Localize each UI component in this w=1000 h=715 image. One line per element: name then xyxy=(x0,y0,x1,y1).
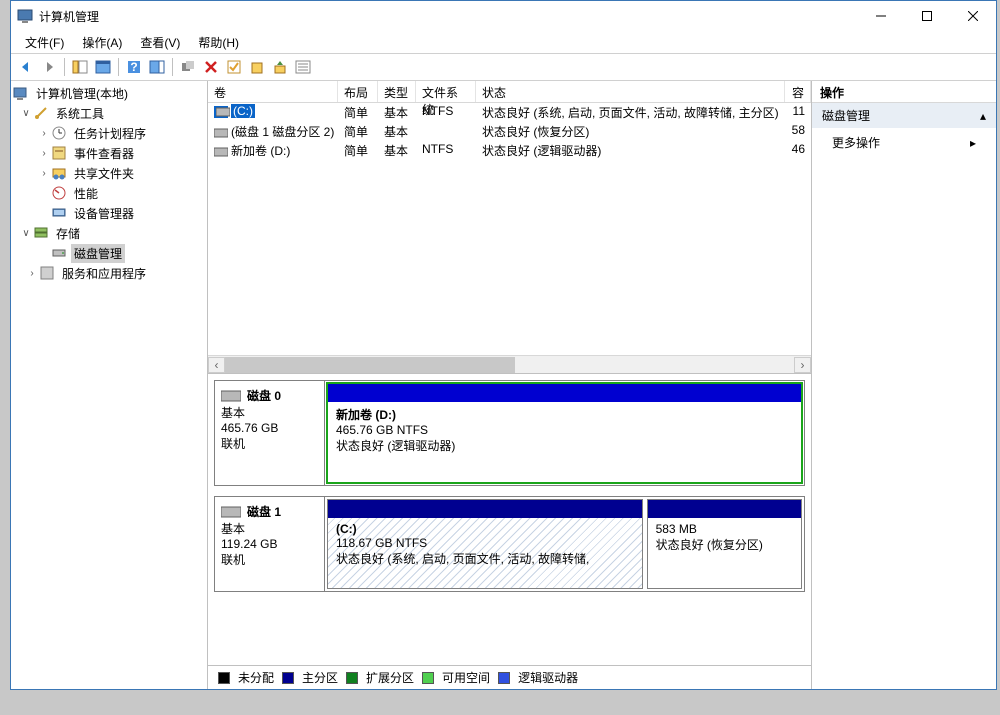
volume-row[interactable]: 新加卷 (D:)简单基本NTFS状态良好 (逻辑驱动器)46 xyxy=(208,141,811,160)
submenu-arrow-icon: ▸ xyxy=(970,136,976,150)
col-capacity[interactable]: 容 xyxy=(785,81,811,102)
up-button[interactable] xyxy=(269,56,291,78)
tree-pane[interactable]: 计算机管理(本地) ∨ 系统工具 › 任务计划程序 › 事件查看器 › 共享文件… xyxy=(11,81,208,689)
check-button[interactable] xyxy=(223,56,245,78)
legend-free-swatch xyxy=(422,672,434,684)
expand-icon[interactable]: › xyxy=(25,268,39,279)
col-filesystem[interactable]: 文件系统 xyxy=(416,81,476,102)
menu-action[interactable]: 操作(A) xyxy=(74,32,130,53)
col-layout[interactable]: 布局 xyxy=(338,81,378,102)
horizontal-scrollbar[interactable]: ‹ › xyxy=(208,355,811,373)
back-button[interactable] xyxy=(15,56,37,78)
volume-icon xyxy=(214,146,228,158)
main-area: 计算机管理(本地) ∨ 系统工具 › 任务计划程序 › 事件查看器 › 共享文件… xyxy=(11,81,996,689)
disk-icon xyxy=(51,245,67,261)
menu-file[interactable]: 文件(F) xyxy=(17,32,72,53)
tree-disk-management[interactable]: 磁盘管理 xyxy=(11,243,207,263)
toolbar: ? xyxy=(11,53,996,81)
legend-logical-swatch xyxy=(498,672,510,684)
close-button[interactable] xyxy=(950,1,996,31)
menu-help[interactable]: 帮助(H) xyxy=(190,32,247,53)
menubar: 文件(F) 操作(A) 查看(V) 帮助(H) xyxy=(11,31,996,53)
disk-info: 磁盘 0基本465.76 GB联机 xyxy=(215,381,325,485)
tree-event-viewer[interactable]: › 事件查看器 xyxy=(11,143,207,163)
tree-storage[interactable]: ∨ 存储 xyxy=(11,223,207,243)
minimize-button[interactable] xyxy=(858,1,904,31)
actions-header: 操作 xyxy=(812,81,996,103)
forward-button[interactable] xyxy=(38,56,60,78)
expand-icon[interactable]: › xyxy=(37,168,51,179)
disk-icon xyxy=(221,389,241,403)
clock-icon xyxy=(51,125,67,141)
scroll-left-icon[interactable]: ‹ xyxy=(208,357,225,373)
tree-shared-folders[interactable]: › 共享文件夹 xyxy=(11,163,207,183)
center-pane: 卷 布局 类型 文件系统 状态 容 (C:)简单基本NTFS状态良好 (系统, … xyxy=(208,81,812,689)
menu-view[interactable]: 查看(V) xyxy=(132,32,188,53)
actions-more[interactable]: 更多操作 ▸ xyxy=(812,128,996,157)
collapse-icon[interactable]: ∨ xyxy=(19,108,33,119)
disk-row[interactable]: 磁盘 0基本465.76 GB联机新加卷 (D:)465.76 GB NTFS状… xyxy=(214,380,805,486)
volume-header[interactable]: 卷 布局 类型 文件系统 状态 容 xyxy=(208,81,811,103)
volume-icon xyxy=(214,127,228,139)
scroll-thumb[interactable] xyxy=(225,357,515,373)
storage-icon xyxy=(33,225,49,241)
app-icon xyxy=(17,8,33,24)
event-icon xyxy=(51,145,67,161)
expand-icon[interactable]: › xyxy=(37,128,51,139)
help-button[interactable]: ? xyxy=(123,56,145,78)
refresh-button[interactable] xyxy=(177,56,199,78)
list-button[interactable] xyxy=(292,56,314,78)
collapse-icon[interactable]: ∨ xyxy=(19,228,33,239)
volume-icon xyxy=(214,106,228,118)
titlebar[interactable]: 计算机管理 xyxy=(11,1,996,31)
col-status[interactable]: 状态 xyxy=(476,81,785,102)
disk-icon xyxy=(221,505,241,519)
legend: 未分配 主分区 扩展分区 可用空间 逻辑驱动器 xyxy=(208,665,811,689)
delete-button[interactable] xyxy=(200,56,222,78)
partition[interactable]: 新加卷 (D:)465.76 GB NTFS状态良好 (逻辑驱动器) xyxy=(326,382,803,484)
volume-list[interactable]: 卷 布局 类型 文件系统 状态 容 (C:)简单基本NTFS状态良好 (系统, … xyxy=(208,81,811,373)
share-icon xyxy=(51,165,67,181)
disk-info: 磁盘 1基本119.24 GB联机 xyxy=(215,497,325,591)
computer-icon xyxy=(13,85,29,101)
tree-sys-tools[interactable]: ∨ 系统工具 xyxy=(11,103,207,123)
tools-icon xyxy=(33,105,49,121)
show-hide-tree-button[interactable] xyxy=(69,56,91,78)
action-pane-button[interactable] xyxy=(146,56,168,78)
disk-graphical-pane[interactable]: 磁盘 0基本465.76 GB联机新加卷 (D:)465.76 GB NTFS状… xyxy=(208,373,811,665)
col-type[interactable]: 类型 xyxy=(378,81,416,102)
maximize-button[interactable] xyxy=(904,1,950,31)
col-volume[interactable]: 卷 xyxy=(208,81,338,102)
computer-management-window: 计算机管理 文件(F) 操作(A) 查看(V) 帮助(H) ? xyxy=(10,0,997,690)
svg-text:?: ? xyxy=(130,60,137,74)
tree-root[interactable]: 计算机管理(本地) xyxy=(11,83,207,103)
collapse-arrow-icon: ▴ xyxy=(980,109,986,123)
tree-services[interactable]: › 服务和应用程序 xyxy=(11,263,207,283)
properties-button[interactable] xyxy=(92,56,114,78)
tree-task-scheduler[interactable]: › 任务计划程序 xyxy=(11,123,207,143)
actions-section-diskmgmt[interactable]: 磁盘管理 ▴ xyxy=(812,103,996,128)
device-icon xyxy=(51,205,67,221)
legend-unalloc-swatch xyxy=(218,672,230,684)
partition[interactable]: (C:)118.67 GB NTFS状态良好 (系统, 启动, 页面文件, 活动… xyxy=(327,499,643,589)
tree-device-manager[interactable]: 设备管理器 xyxy=(11,203,207,223)
window-title: 计算机管理 xyxy=(39,8,858,25)
tree-performance[interactable]: 性能 xyxy=(11,183,207,203)
new-button[interactable] xyxy=(246,56,268,78)
volume-row[interactable]: (磁盘 1 磁盘分区 2)简单基本状态良好 (恢复分区)58 xyxy=(208,122,811,141)
perf-icon xyxy=(51,185,67,201)
services-icon xyxy=(39,265,55,281)
disk-row[interactable]: 磁盘 1基本119.24 GB联机(C:)118.67 GB NTFS状态良好 … xyxy=(214,496,805,592)
scroll-right-icon[interactable]: › xyxy=(794,357,811,373)
window-controls xyxy=(858,1,996,31)
actions-pane: 操作 磁盘管理 ▴ 更多操作 ▸ xyxy=(812,81,996,689)
partition[interactable]: 583 MB状态良好 (恢复分区) xyxy=(647,499,802,589)
legend-primary-swatch xyxy=(282,672,294,684)
expand-icon[interactable]: › xyxy=(37,148,51,159)
legend-ext-swatch xyxy=(346,672,358,684)
volume-row[interactable]: (C:)简单基本NTFS状态良好 (系统, 启动, 页面文件, 活动, 故障转储… xyxy=(208,103,811,122)
